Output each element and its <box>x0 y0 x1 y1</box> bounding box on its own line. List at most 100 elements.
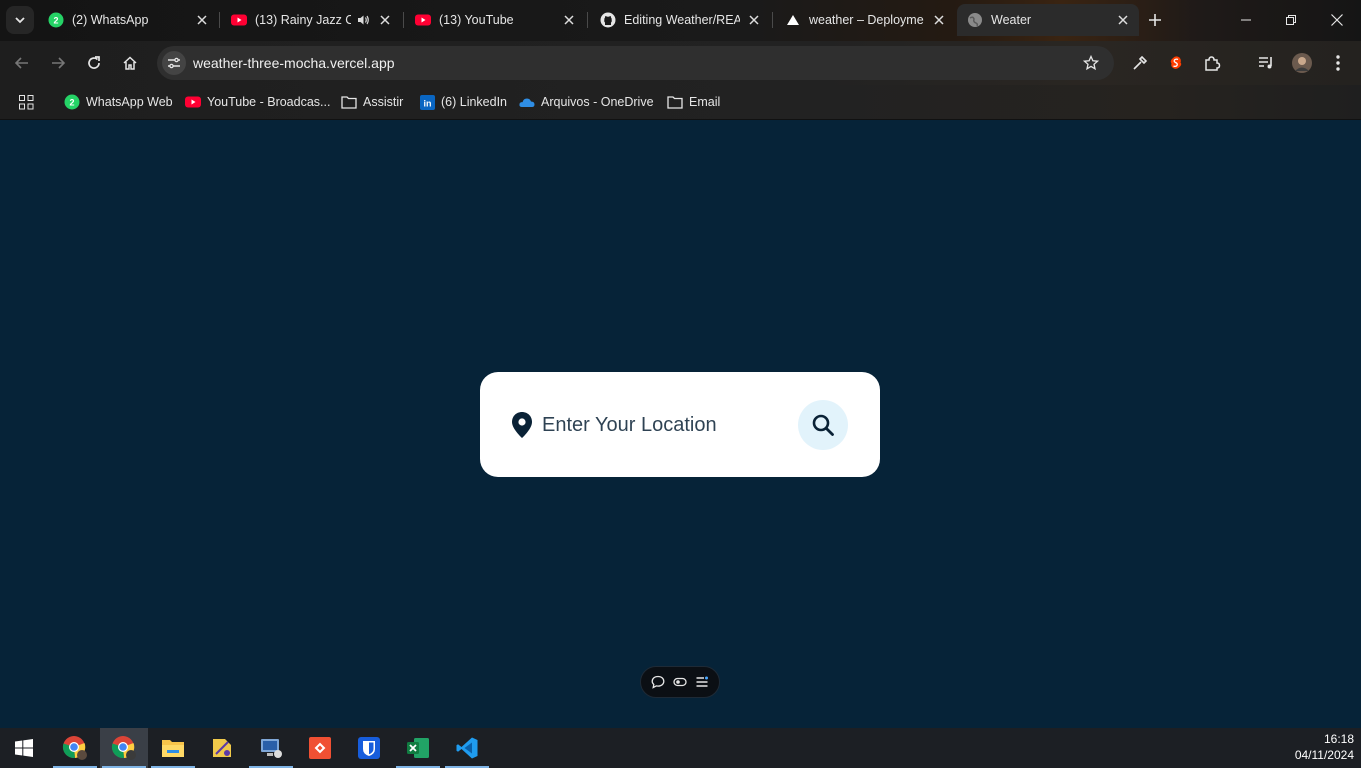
toggle-icon[interactable] <box>672 674 688 690</box>
start-button[interactable] <box>0 728 48 768</box>
url-text[interactable]: weather-three-mocha.vercel.app <box>193 55 395 71</box>
restore-icon <box>1286 15 1296 25</box>
globe-icon <box>967 12 983 28</box>
whatsapp-icon: 2 <box>64 94 80 110</box>
home-button[interactable] <box>116 49 144 77</box>
kebab-menu-icon <box>1336 55 1340 71</box>
bookmark-assistir[interactable]: Assistir <box>341 91 403 113</box>
location-pin-icon <box>512 412 532 438</box>
apps-button[interactable] <box>18 91 40 113</box>
tab-youtube[interactable]: (13) YouTube <box>405 4 585 36</box>
forward-button[interactable] <box>44 49 72 77</box>
close-icon[interactable] <box>746 12 762 28</box>
taskbar-bitwarden[interactable] <box>345 728 393 768</box>
browser-menu-button[interactable] <box>1326 51 1350 75</box>
windows-taskbar: 16:18 04/11/2024 <box>0 728 1361 768</box>
site-info-icon[interactable] <box>162 51 186 75</box>
apps-grid-icon <box>18 94 34 110</box>
tab-title: (13) YouTube <box>439 13 514 27</box>
extensions-puzzle-icon[interactable] <box>1200 51 1224 75</box>
taskbar-vscode[interactable] <box>443 728 491 768</box>
speaker-icon[interactable] <box>355 12 371 28</box>
tab-github[interactable]: Editing Weather/REA <box>590 4 770 36</box>
bookmark-linkedin[interactable]: in (6) LinkedIn <box>419 91 507 113</box>
bookmark-onedrive[interactable]: Arquivos - OneDrive <box>519 91 654 113</box>
restore-button[interactable] <box>1277 6 1305 34</box>
taskbar-chrome[interactable] <box>100 728 148 768</box>
vscode-icon <box>456 737 478 759</box>
bookmark-whatsapp[interactable]: 2 WhatsApp Web <box>64 91 173 113</box>
excel-icon <box>407 738 429 758</box>
back-button[interactable] <box>8 49 36 77</box>
reload-button[interactable] <box>80 49 108 77</box>
close-icon[interactable] <box>931 12 947 28</box>
eyedropper-extension-icon[interactable] <box>1128 51 1152 75</box>
reload-icon <box>88 56 100 69</box>
bookmark-label: Email <box>689 95 721 109</box>
list-menu-icon[interactable] <box>694 674 710 690</box>
tab-vercel[interactable]: weather – Deployme <box>775 4 955 36</box>
tab-whatsapp[interactable]: 2 (2) WhatsApp <box>38 4 218 36</box>
bookmark-email[interactable]: Email <box>667 91 720 113</box>
plus-icon <box>1149 14 1161 26</box>
svg-text:2: 2 <box>69 98 74 108</box>
browser-toolbar: weather-three-mocha.vercel.app <box>0 41 1361 85</box>
location-search-card <box>480 372 880 477</box>
taskbar-photo-editor[interactable] <box>198 728 246 768</box>
svg-text:in: in <box>423 98 431 108</box>
weather-app-page <box>0 121 1361 728</box>
comment-icon[interactable] <box>650 674 666 690</box>
tab-strip: 2 (2) WhatsApp (13) Rainy Jazz Ca (13) Y… <box>0 0 1361 41</box>
bookmark-label: WhatsApp Web <box>86 95 173 109</box>
tab-title: Editing Weather/REA <box>624 13 740 27</box>
media-controls-icon[interactable] <box>1254 51 1278 75</box>
taskbar-git-app[interactable] <box>296 728 344 768</box>
close-icon[interactable] <box>561 12 577 28</box>
avatar[interactable] <box>1290 51 1314 75</box>
svelte-extension-icon[interactable] <box>1164 51 1188 75</box>
location-input[interactable] <box>542 408 762 442</box>
tab-rainy-jazz[interactable]: (13) Rainy Jazz Ca <box>221 4 401 36</box>
close-icon[interactable] <box>1115 12 1131 28</box>
photo-editor-icon <box>213 739 231 757</box>
youtube-icon <box>231 12 247 28</box>
system-clock[interactable]: 16:18 04/11/2024 <box>1295 731 1354 763</box>
taskbar-chrome-profile[interactable] <box>51 728 99 768</box>
minimize-button[interactable] <box>1232 6 1260 34</box>
vercel-icon <box>785 12 801 28</box>
bookmark-label: Arquivos - OneDrive <box>541 95 654 109</box>
tab-divider <box>403 12 404 28</box>
taskbar-excel[interactable] <box>394 728 442 768</box>
tab-weater[interactable]: Weater <box>957 4 1139 36</box>
close-window-button[interactable] <box>1323 6 1351 34</box>
home-icon <box>123 56 137 70</box>
git-icon <box>309 737 331 759</box>
bookmark-label: YouTube - Broadcas... <box>207 95 331 109</box>
youtube-icon <box>185 94 201 110</box>
windows-logo-icon <box>15 739 33 757</box>
github-icon <box>600 12 616 28</box>
chrome-profile-icon <box>62 736 87 760</box>
svg-text:2: 2 <box>53 16 58 26</box>
taskbar-remote-desktop[interactable] <box>247 728 295 768</box>
chrome-icon <box>111 736 136 760</box>
close-icon[interactable] <box>194 12 210 28</box>
clock-date: 04/11/2024 <box>1294 748 1354 762</box>
taskbar-file-explorer[interactable] <box>149 728 197 768</box>
tab-divider <box>587 12 588 28</box>
chevron-down-icon <box>15 17 25 24</box>
bookmark-star-icon[interactable] <box>1082 54 1100 72</box>
new-tab-button[interactable] <box>1143 8 1167 32</box>
address-bar[interactable]: weather-three-mocha.vercel.app <box>157 46 1114 80</box>
minimize-icon <box>1241 19 1251 21</box>
close-icon[interactable] <box>377 12 393 28</box>
arrow-left-icon <box>14 57 28 69</box>
bookmarks-bar: 2 WhatsApp Web YouTube - Broadcas... Ass… <box>0 85 1361 120</box>
clock-time: 16:18 <box>1323 732 1354 746</box>
tab-search-button[interactable] <box>6 6 34 34</box>
bookmark-youtube[interactable]: YouTube - Broadcas... <box>185 91 330 113</box>
tab-title: (2) WhatsApp <box>72 13 149 27</box>
floating-devtools-toolbar <box>640 666 720 698</box>
youtube-icon <box>415 12 431 28</box>
search-button[interactable] <box>798 400 848 450</box>
